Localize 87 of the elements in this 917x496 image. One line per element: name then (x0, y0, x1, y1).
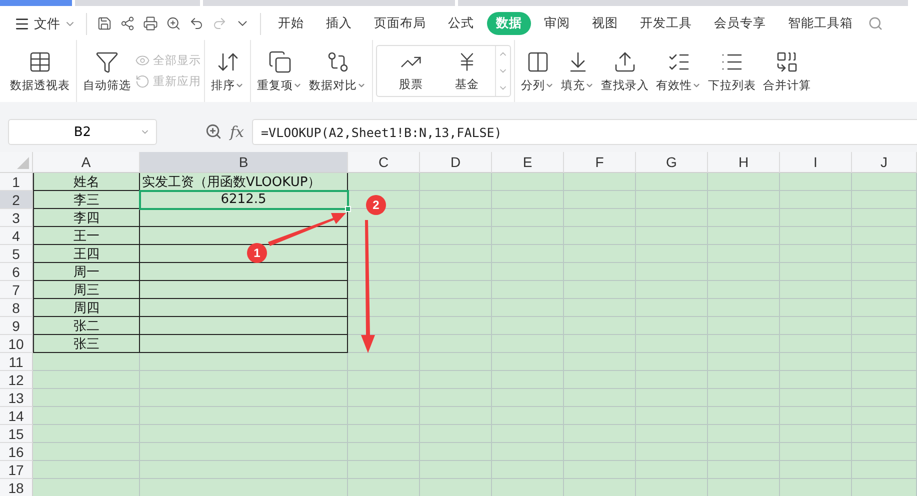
gallery-button[interactable]: 基金 (439, 50, 495, 92)
share-icon[interactable] (120, 16, 135, 31)
column-header[interactable]: H (708, 152, 780, 173)
column-header[interactable]: A (33, 152, 140, 173)
column-header[interactable]: E (492, 152, 564, 173)
ribbon-tab[interactable]: 智能工具箱 (779, 12, 862, 35)
ribbon-button[interactable]: 查找录入 (598, 48, 652, 94)
table-cell: 李四 (33, 209, 140, 227)
table-cell: 张三 (33, 335, 140, 353)
table-cell: 王一 (33, 227, 140, 245)
column-header[interactable]: C (348, 152, 420, 173)
ribbon-button[interactable]: 排序 (208, 48, 247, 94)
ribbon-button[interactable]: 下拉列表 (705, 48, 759, 94)
row-header[interactable]: 1 (0, 173, 33, 191)
ribbon-button[interactable]: 重复项 (254, 48, 305, 94)
row-header[interactable]: 4 (0, 227, 33, 245)
column-header[interactable]: J (852, 152, 917, 173)
row-header[interactable]: 6 (0, 263, 33, 281)
ribbon-button[interactable]: 数据透视表 (7, 48, 73, 94)
name-box[interactable]: B2 (8, 119, 157, 145)
ribbon-button[interactable]: 分列 (518, 48, 557, 94)
zoom-icon[interactable] (205, 123, 222, 140)
ribbon-button[interactable]: 自动筛选 (80, 48, 134, 94)
ribbon-tab[interactable]: 开始 (269, 12, 313, 35)
table-cell: 6212.5 (140, 191, 348, 209)
table-cell: 王四 (33, 245, 140, 263)
ribbon-tab[interactable]: 会员专享 (705, 12, 775, 35)
ribbon-icon (613, 50, 637, 74)
annotation-badge: 1 (247, 243, 267, 263)
fill-handle[interactable] (345, 206, 351, 212)
ribbon-button[interactable]: 数据对比 (306, 48, 369, 94)
column-header[interactable]: B (140, 152, 348, 173)
fx-button[interactable]: fx (230, 123, 244, 141)
row-header[interactable]: 15 (0, 425, 33, 443)
ribbon-tab[interactable]: 视图 (583, 12, 627, 35)
ribbon-icon (775, 50, 799, 74)
table-cell: 周一 (33, 263, 140, 281)
row-header[interactable]: 13 (0, 389, 33, 407)
ribbon-button[interactable]: 填充 (558, 48, 597, 94)
ribbon-tab[interactable]: 审阅 (535, 12, 579, 35)
ribbon-tab[interactable]: 插入 (317, 12, 361, 35)
row-header[interactable]: 14 (0, 407, 33, 425)
ribbon-button[interactable]: 有效性 (653, 48, 704, 94)
print-preview-icon[interactable] (166, 16, 181, 31)
row-header[interactable]: 12 (0, 371, 33, 389)
ribbon-tab[interactable]: 开发工具 (631, 12, 701, 35)
column-header[interactable]: G (636, 152, 708, 173)
table-cell: 周四 (33, 299, 140, 317)
row-header[interactable]: 16 (0, 443, 33, 461)
table-cell: 李三 (33, 191, 140, 209)
table-cell: 周三 (33, 281, 140, 299)
formula-field[interactable]: =VLOOKUP(A2,Sheet1!B:N,13,FALSE) (252, 119, 917, 145)
row-header[interactable]: 10 (0, 335, 33, 353)
ribbon-icon (135, 74, 150, 89)
ribbon-icon (326, 50, 350, 74)
save-icon[interactable] (97, 16, 112, 31)
file-menu[interactable]: 文件 (10, 14, 80, 32)
row-header[interactable]: 11 (0, 353, 33, 371)
gallery-button[interactable]: 股票 (383, 50, 439, 92)
column-header[interactable]: D (420, 152, 492, 173)
ribbon-icon (526, 50, 550, 74)
column-header[interactable]: F (564, 152, 636, 173)
row-header[interactable]: 17 (0, 461, 33, 479)
row-header[interactable]: 5 (0, 245, 33, 263)
ribbon-button[interactable]: 合并计算 (760, 48, 814, 94)
annotation-badge: 2 (366, 195, 386, 215)
ribbon-icon (135, 53, 150, 68)
row-header[interactable]: 8 (0, 299, 33, 317)
ribbon-icon (95, 50, 119, 74)
row-header[interactable]: 2 (0, 191, 33, 209)
ribbon-icon (268, 50, 292, 74)
table-cell: 张二 (33, 317, 140, 335)
print-icon[interactable] (143, 16, 158, 31)
table-cell: 姓名 (33, 173, 140, 191)
undo-icon[interactable] (189, 16, 204, 31)
corner-triangle-icon (17, 157, 29, 169)
search-icon[interactable] (868, 16, 883, 31)
row-header[interactable]: 7 (0, 281, 33, 299)
ribbon-tab[interactable]: 页面布局 (365, 12, 435, 35)
ribbon-tab[interactable]: 公式 (439, 12, 483, 35)
table-cell: 实发工资（用函数VLOOKUP） (140, 173, 348, 191)
menu-icon (14, 16, 30, 32)
row-header[interactable]: 9 (0, 317, 33, 335)
ribbon-icon (28, 50, 52, 74)
column-header[interactable]: I (780, 152, 852, 173)
row-header[interactable]: 3 (0, 209, 33, 227)
row-header[interactable]: 18 (0, 479, 33, 496)
